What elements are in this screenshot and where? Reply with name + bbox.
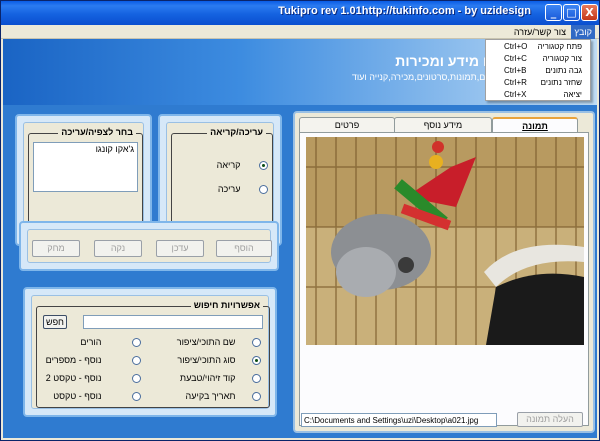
banner-subtitle: ים,תמונות,סרטונים,מכירה,קנייה ועוד... bbox=[351, 72, 495, 82]
search-option-type[interactable]: סוג התוכי/ציפור bbox=[177, 355, 261, 366]
search-option-type-label: סוג התוכי/ציפור bbox=[177, 355, 236, 365]
menu-item-shortcut: Ctrl+C bbox=[504, 54, 527, 63]
search-panel-inner: אפשרויות חיפוש חפש שם התוכי/ציפור סוג הת… bbox=[31, 295, 270, 409]
search-panel: אפשרויות חיפוש חפש שם התוכי/ציפור סוג הת… bbox=[23, 287, 277, 417]
search-option-name[interactable]: שם התוכי/ציפור bbox=[176, 337, 261, 348]
selection-group-label: בחר לצפיה/עריכה bbox=[58, 127, 136, 137]
app-window: Tukipro rev 1.01http://tukinfo.com - by … bbox=[0, 0, 600, 441]
search-option-type-dot[interactable] bbox=[252, 356, 261, 366]
menu-item-label: צור קטגוריה bbox=[542, 54, 582, 63]
radio-edit-label: עריכה bbox=[217, 184, 241, 194]
parrot-image bbox=[306, 137, 584, 345]
tab-extra-info[interactable]: מידע נוסף bbox=[394, 117, 492, 132]
menu-item-shortcut: Ctrl+B bbox=[504, 66, 527, 75]
tab-image[interactable]: תמונה bbox=[492, 117, 578, 132]
tab-details[interactable]: פרטים bbox=[299, 117, 395, 132]
actions-panel-inner: הוסף עדכן נקה מחק bbox=[27, 229, 272, 263]
search-option-date-label: תאריך בקיעה bbox=[185, 391, 236, 401]
menu-item-backup[interactable]: גבה נתונים Ctrl+B bbox=[486, 65, 590, 77]
clear-button[interactable]: נקה bbox=[94, 240, 142, 257]
file-dropdown-menu: פתח קטגוריה Ctrl+O צור קטגוריה Ctrl+C גב… bbox=[485, 39, 591, 101]
menu-item-label: גבה נתונים bbox=[545, 66, 582, 75]
search-option-code-label: קוד זיהוי/טבעת bbox=[179, 373, 236, 383]
window-title: Tukipro rev 1.01http://tukinfo.com - by … bbox=[278, 5, 531, 17]
search-option-name-dot[interactable] bbox=[252, 338, 261, 348]
update-button[interactable]: עדכן bbox=[156, 240, 204, 257]
menu-item-exit[interactable]: יציאה Ctrl+X bbox=[486, 89, 590, 101]
close-button[interactable]: X bbox=[581, 4, 598, 21]
search-option-text-dot[interactable] bbox=[132, 392, 141, 402]
search-option-date[interactable]: תאריך בקיעה bbox=[185, 391, 261, 402]
search-group: אפשרויות חיפוש חפש שם התוכי/ציפור סוג הת… bbox=[36, 300, 270, 408]
search-group-label: אפשרויות חיפוש bbox=[190, 300, 263, 310]
radio-edit-dot[interactable] bbox=[259, 185, 268, 195]
search-input[interactable] bbox=[83, 315, 263, 329]
image-path-field[interactable]: C:\Documents and Settings\uzi\Desktop\a0… bbox=[301, 413, 497, 427]
menu-item-create-category[interactable]: צור קטגוריה Ctrl+C bbox=[486, 53, 590, 65]
menu-item-label: פתח קטגוריה bbox=[537, 42, 582, 51]
search-option-text2[interactable]: נוסף - טקסט 2 bbox=[45, 373, 141, 384]
menu-help[interactable]: צור קשר/עזרה bbox=[511, 25, 569, 39]
search-option-text2-label: נוסף - טקסט 2 bbox=[45, 373, 102, 383]
menu-item-label: יציאה bbox=[563, 90, 582, 99]
mode-group-label: עריכה/קריאה bbox=[207, 127, 266, 137]
search-option-numbers[interactable]: נוסף - מספרים bbox=[45, 355, 141, 366]
radio-read[interactable]: קריאה bbox=[216, 160, 268, 171]
selection-listbox[interactable]: ג'אקו קונגו bbox=[33, 142, 138, 192]
maximize-button[interactable]: □ bbox=[563, 4, 580, 21]
search-option-text-label: נוסף - טקסט bbox=[53, 391, 102, 401]
search-option-code-dot[interactable] bbox=[252, 374, 261, 384]
search-option-date-dot[interactable] bbox=[252, 392, 261, 402]
menu-item-shortcut: Ctrl+X bbox=[504, 90, 527, 99]
banner-title: ים מידע ומכירות bbox=[395, 53, 497, 69]
menu-item-restore[interactable]: שחזר נתונים Ctrl+R bbox=[486, 77, 590, 89]
search-option-parents-label: הורים bbox=[80, 337, 102, 347]
search-option-numbers-dot[interactable] bbox=[132, 356, 141, 366]
menu-item-label: שחזר נתונים bbox=[540, 78, 582, 87]
search-option-name-label: שם התוכי/ציפור bbox=[176, 337, 236, 347]
menu-bar: קובץ צור קשר/עזרה bbox=[1, 25, 599, 39]
menu-file[interactable]: קובץ bbox=[571, 25, 595, 39]
menu-item-shortcut: Ctrl+O bbox=[504, 42, 528, 51]
radio-read-dot[interactable] bbox=[259, 161, 268, 171]
parrot-photo bbox=[306, 137, 584, 345]
search-option-numbers-label: נוסף - מספרים bbox=[45, 355, 102, 365]
list-item[interactable]: ג'אקו קונגו bbox=[37, 144, 134, 154]
search-button[interactable]: חפש bbox=[43, 315, 67, 329]
title-bar[interactable]: Tukipro rev 1.01http://tukinfo.com - by … bbox=[1, 1, 599, 25]
delete-button[interactable]: מחק bbox=[32, 240, 80, 257]
actions-panel: הוסף עדכן נקה מחק bbox=[19, 221, 279, 271]
search-option-text[interactable]: נוסף - טקסט bbox=[53, 391, 141, 402]
add-button[interactable]: הוסף bbox=[216, 240, 272, 257]
mode-group: עריכה/קריאה קריאה עריכה bbox=[171, 127, 273, 229]
upload-image-button[interactable]: העלה תמונה bbox=[517, 412, 583, 427]
radio-read-label: קריאה bbox=[216, 160, 241, 170]
menu-item-open-category[interactable]: פתח קטגוריה Ctrl+O bbox=[486, 41, 590, 53]
selection-group: בחר לצפיה/עריכה ג'אקו קונגו bbox=[28, 127, 143, 229]
search-option-code[interactable]: קוד זיהוי/טבעת bbox=[179, 373, 261, 384]
search-option-parents[interactable]: הורים bbox=[80, 337, 141, 348]
search-option-text2-dot[interactable] bbox=[132, 374, 141, 384]
search-option-parents-dot[interactable] bbox=[132, 338, 141, 348]
minimize-button[interactable]: _ bbox=[545, 4, 562, 21]
menu-item-shortcut: Ctrl+R bbox=[504, 78, 527, 87]
radio-edit[interactable]: עריכה bbox=[217, 184, 268, 195]
